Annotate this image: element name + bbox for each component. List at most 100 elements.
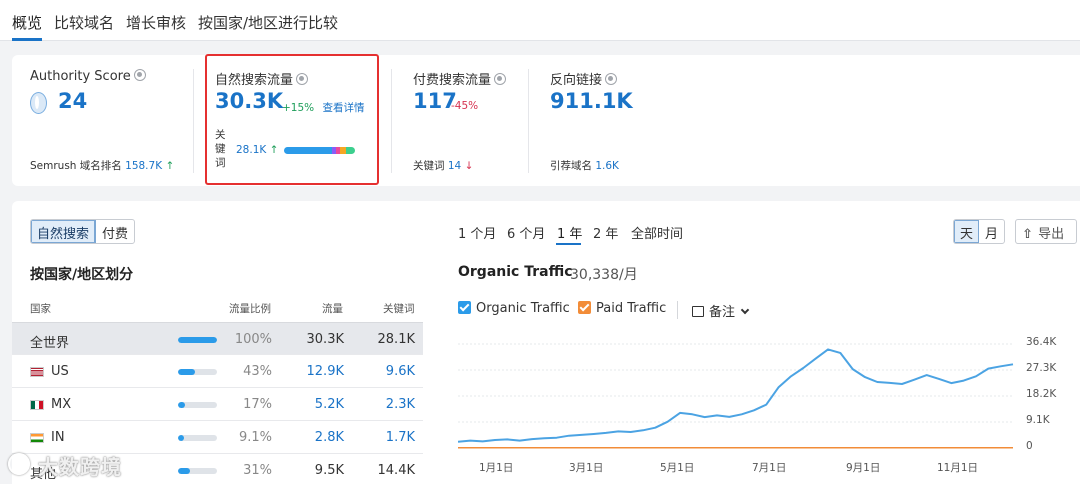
- traffic-value[interactable]: 5.2K: [315, 397, 344, 412]
- y-tick-label: 36.4K: [1026, 336, 1057, 348]
- x-tick-label: 1月1日: [479, 462, 514, 474]
- paid-traffic-title: 付费搜索流量: [413, 73, 492, 88]
- traffic-share-value: 17%: [243, 397, 272, 412]
- chevron-down-icon: [740, 305, 750, 315]
- country-name: 全世界: [30, 336, 70, 351]
- export-button[interactable]: ⇧ 导出: [1015, 219, 1077, 244]
- country-name[interactable]: IN: [51, 430, 65, 445]
- country-name[interactable]: US: [51, 364, 69, 379]
- legend-paid-label: Paid Traffic: [596, 301, 667, 316]
- up-arrow-icon: ↑: [165, 160, 175, 172]
- highlight-box: [205, 54, 379, 185]
- keywords-value: 14.4K: [377, 463, 415, 478]
- traffic-share-bar: [178, 369, 217, 375]
- organic-traffic-chart[interactable]: [458, 336, 1020, 456]
- table-row[interactable]: US 43% 12.9K 9.6K: [12, 355, 423, 388]
- traffic-share-value: 43%: [243, 364, 272, 379]
- semrush-rank-label: Semrush 域名排名: [30, 160, 122, 172]
- keywords-value[interactable]: 9.6K: [386, 364, 415, 379]
- legend-organic-label: Organic Traffic: [476, 301, 570, 316]
- paid-keywords-label: 关键词: [413, 160, 445, 172]
- paid-change-badge: -45%: [451, 100, 479, 112]
- traffic-share-bar: [178, 435, 217, 441]
- traffic-value[interactable]: 12.9K: [307, 364, 344, 379]
- period-2-years[interactable]: 2 年: [593, 223, 618, 242]
- y-tick-label: 0: [1026, 440, 1033, 452]
- chart-title: Organic Traffic: [458, 264, 573, 280]
- traffic-value: 9.5K: [314, 463, 344, 478]
- export-label: 导出: [1038, 227, 1065, 242]
- divider: [391, 69, 392, 173]
- x-tick-label: 7月1日: [752, 462, 787, 474]
- notes-dropdown[interactable]: 备注: [692, 301, 750, 320]
- granularity-day[interactable]: 天: [954, 220, 980, 243]
- info-icon[interactable]: [605, 73, 618, 85]
- info-icon[interactable]: [133, 69, 146, 81]
- tab-compare-domains[interactable]: 比较域名: [54, 12, 114, 33]
- granularity-month[interactable]: 月: [979, 220, 1004, 243]
- x-tick-label: 5月1日: [660, 462, 695, 474]
- keywords-value[interactable]: 1.7K: [386, 430, 415, 445]
- traffic-share-bar: [178, 337, 217, 343]
- active-period-indicator: [556, 243, 581, 245]
- column-header-country: 国家: [30, 303, 51, 315]
- traffic-share-value: 31%: [243, 463, 272, 478]
- divider: [677, 301, 678, 319]
- divider: [528, 69, 529, 173]
- top-navigation: 概览 比较域名 增长审核 按国家/地区进行比较: [0, 0, 1080, 41]
- table-row[interactable]: IN 9.1% 2.8K 1.7K: [12, 421, 423, 454]
- granularity-toggle: 天 月: [953, 219, 1006, 244]
- active-tab-indicator: [12, 38, 42, 41]
- authority-score-icon: [30, 92, 47, 114]
- legend-organic[interactable]: Organic Traffic: [458, 301, 570, 316]
- keywords-value: 28.1K: [377, 332, 415, 347]
- period-1-year[interactable]: 1 年: [557, 223, 582, 242]
- y-tick-label: 27.3K: [1026, 362, 1057, 374]
- column-header-traffic-share[interactable]: 流量比例: [229, 301, 271, 316]
- traffic-share-value: 100%: [234, 332, 272, 347]
- country-section-title: 按国家/地区划分: [30, 267, 134, 283]
- organic-search-toggle[interactable]: 自然搜索: [31, 220, 97, 243]
- paid-search-toggle[interactable]: 付费: [96, 220, 134, 243]
- period-all-time[interactable]: 全部时间: [631, 223, 683, 242]
- x-tick-label: 11月1日: [937, 462, 979, 474]
- tab-growth-audit[interactable]: 增长审核: [126, 12, 186, 33]
- divider: [193, 69, 194, 173]
- backlinks-title: 反向链接: [550, 73, 603, 88]
- comment-icon: [692, 306, 704, 317]
- backlinks-value[interactable]: 911.1K: [550, 89, 633, 113]
- x-tick-label: 9月1日: [846, 462, 881, 474]
- paid-keywords-value[interactable]: 14: [448, 160, 461, 172]
- table-row[interactable]: 全世界 100% 30.3K 28.1K: [12, 322, 423, 355]
- traffic-value: 30.3K: [306, 332, 344, 347]
- checkbox-checked-icon: [458, 301, 471, 314]
- legend-paid[interactable]: Paid Traffic: [578, 301, 666, 316]
- column-header-traffic[interactable]: 流量: [322, 301, 343, 316]
- x-tick-label: 3月1日: [569, 462, 604, 474]
- column-header-keywords[interactable]: 关键词: [383, 301, 415, 316]
- tab-overview[interactable]: 概览: [12, 12, 42, 33]
- checkbox-checked-icon: [578, 301, 591, 314]
- flag-icon: [30, 367, 44, 377]
- traffic-share-value: 9.1%: [238, 430, 272, 445]
- watermark-logo-icon: [8, 453, 30, 475]
- period-1-month[interactable]: 1 个月: [458, 223, 496, 242]
- notes-label: 备注: [709, 305, 736, 320]
- authority-score-value[interactable]: 24: [58, 89, 87, 113]
- referring-domains-value[interactable]: 1.6K: [595, 160, 619, 172]
- tab-compare-by-country[interactable]: 按国家/地区进行比较: [198, 12, 338, 33]
- info-icon[interactable]: [494, 73, 507, 85]
- keywords-value[interactable]: 2.3K: [386, 397, 415, 412]
- traffic-share-bar: [178, 402, 217, 408]
- country-name[interactable]: MX: [51, 397, 71, 412]
- traffic-share-bar: [178, 468, 217, 474]
- authority-score-title: Authority Score: [30, 69, 131, 84]
- y-tick-label: 9.1K: [1026, 414, 1050, 426]
- search-type-toggle: 自然搜索 付费: [30, 219, 136, 244]
- watermark: 大数跨境: [38, 455, 122, 479]
- semrush-rank-value[interactable]: 158.7K: [125, 160, 162, 172]
- table-row[interactable]: MX 17% 5.2K 2.3K: [12, 388, 423, 421]
- period-6-months[interactable]: 6 个月: [507, 223, 545, 242]
- traffic-value[interactable]: 2.8K: [315, 430, 344, 445]
- upload-icon: ⇧: [1022, 227, 1033, 242]
